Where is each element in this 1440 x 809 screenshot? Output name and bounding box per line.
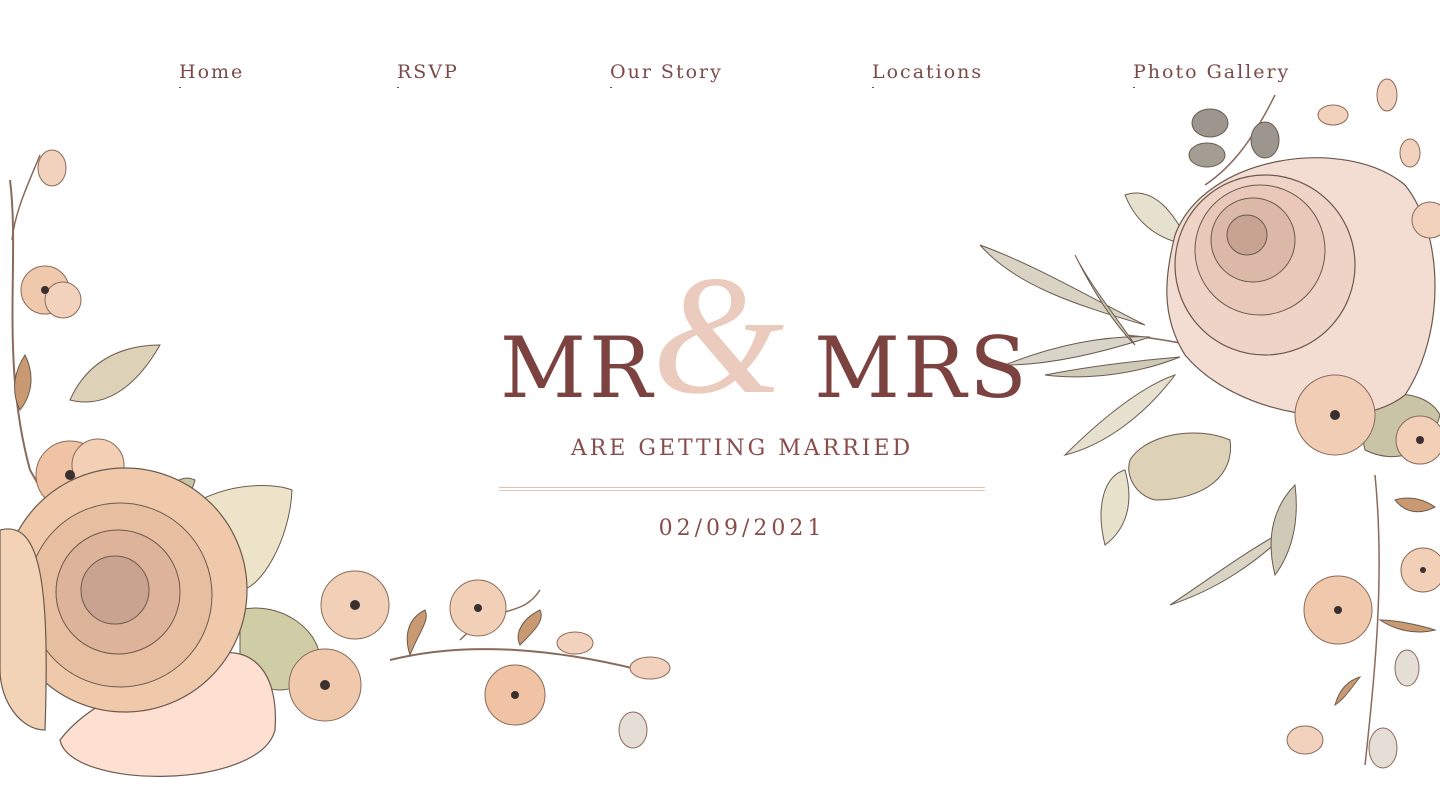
hero-section: MR & MRS ARE GETTING MARRIED 02/09/2021 bbox=[0, 0, 1440, 809]
ampersand: & bbox=[652, 241, 785, 429]
title-mrs: MRS bbox=[814, 319, 1030, 417]
hero-subtitle: ARE GETTING MARRIED bbox=[570, 436, 914, 461]
wedding-date: 02/09/2021 bbox=[658, 516, 826, 541]
title-mr: MR bbox=[500, 319, 656, 417]
hero-divider bbox=[499, 487, 985, 491]
